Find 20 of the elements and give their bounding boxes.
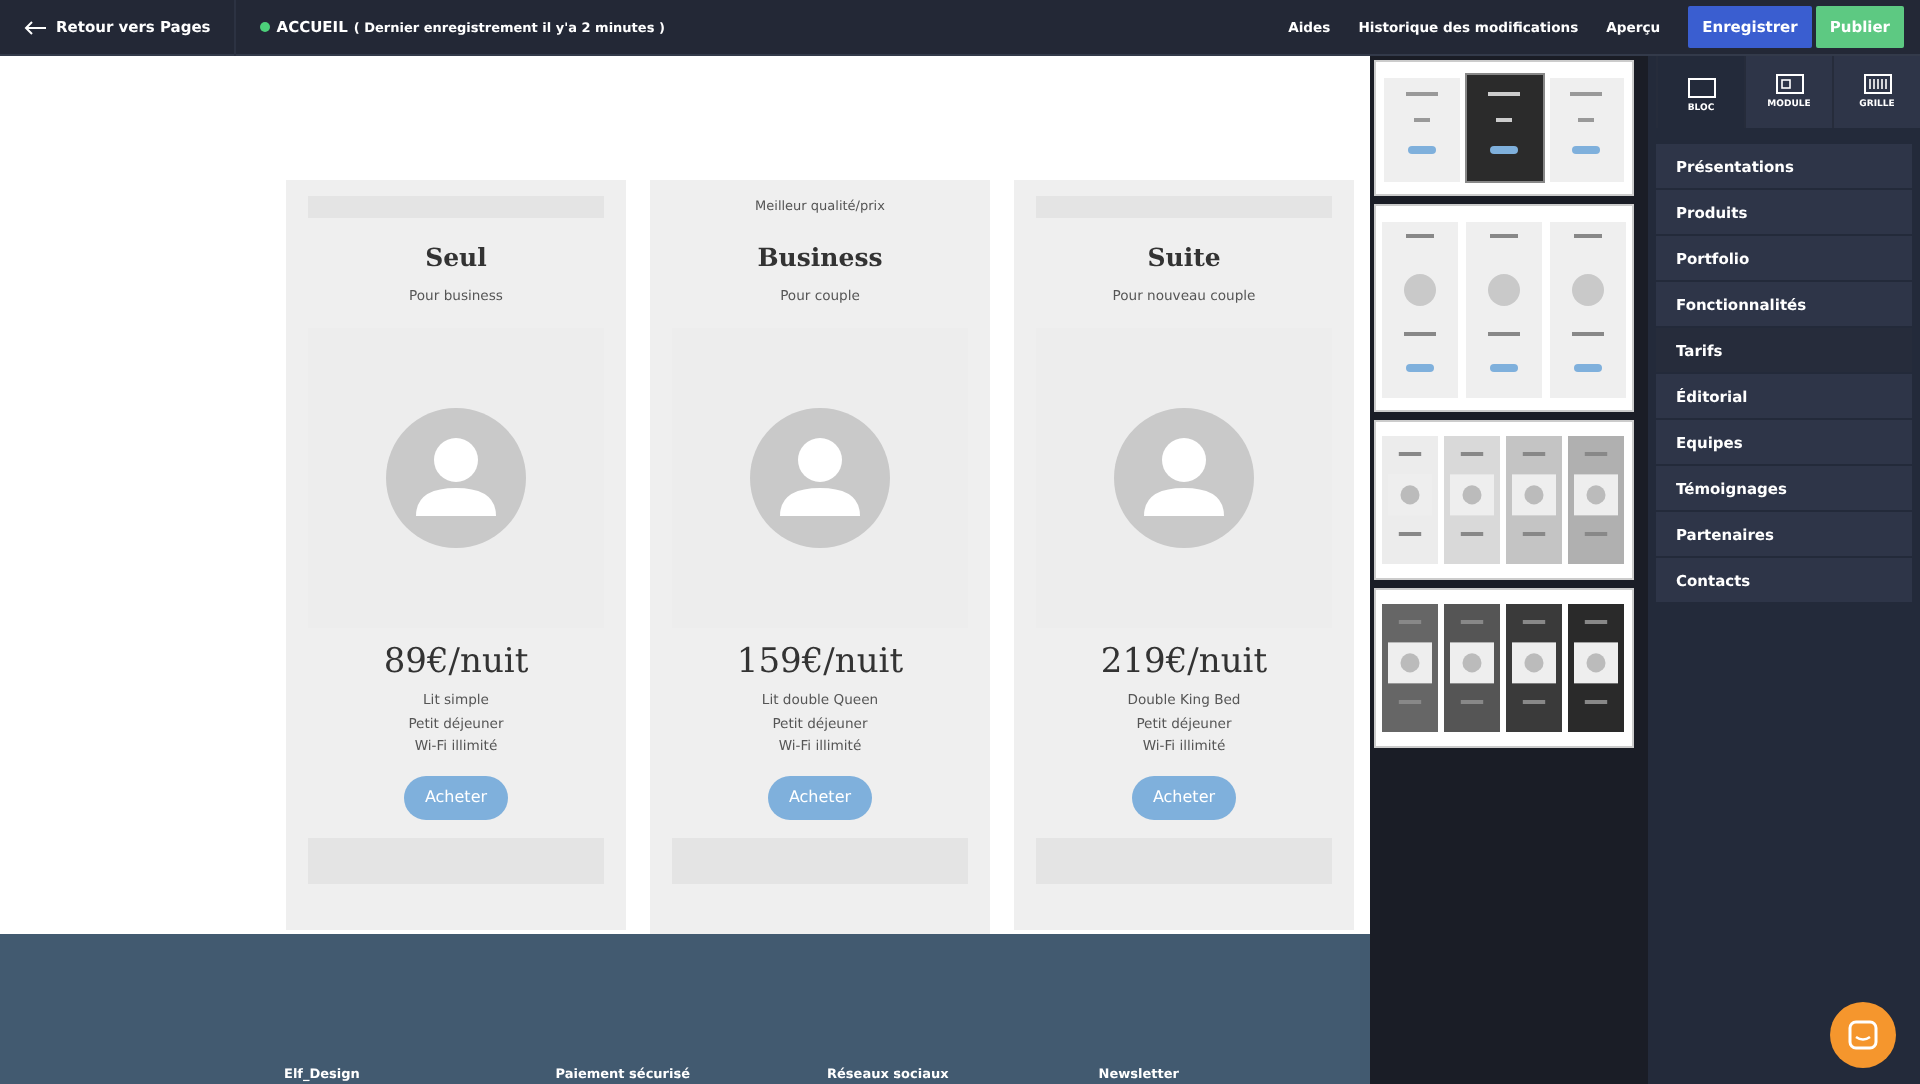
chat-button[interactable] — [1830, 1002, 1896, 1068]
arrow-left-icon — [24, 19, 46, 35]
chat-icon — [1848, 1020, 1878, 1050]
grid-icon — [1863, 74, 1891, 94]
avatar-icon — [386, 408, 526, 548]
status-dot — [260, 22, 271, 32]
template-thumbnail-drawing[interactable] — [1374, 588, 1634, 748]
template-thumbnail-drawing[interactable] — [1374, 420, 1634, 580]
plan-price: 159€/nuit — [736, 642, 904, 682]
block-icon — [1687, 78, 1715, 98]
plan-title: Business — [757, 242, 883, 272]
template-thumbnail-drawing[interactable] — [1374, 60, 1634, 196]
module-icon — [1775, 74, 1803, 94]
plan-title: Suite — [1147, 242, 1221, 272]
plan-price: 89€/nuit — [383, 642, 529, 682]
avatar-icon — [1114, 408, 1254, 548]
template-thumbnail-drawing[interactable] — [1374, 204, 1634, 412]
avatar-icon — [750, 408, 890, 548]
plan-title: Seul — [425, 242, 487, 272]
plan-price: 219€/nuit — [1100, 642, 1268, 682]
